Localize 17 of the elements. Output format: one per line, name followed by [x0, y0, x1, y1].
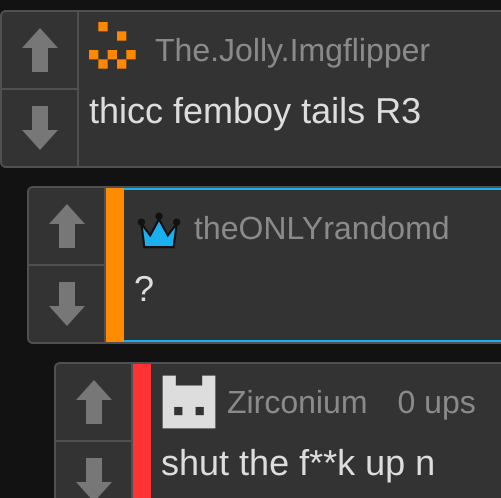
down-arrow-icon [48, 280, 86, 328]
downvote-button[interactable] [2, 88, 77, 166]
points-count: 0 ups [397, 384, 476, 420]
downvote-button[interactable] [56, 440, 131, 498]
username[interactable]: Zirconium [227, 384, 368, 420]
comment-text: shut the f**k up n [161, 442, 436, 484]
castle-icon [161, 374, 217, 430]
comment-text: ? [134, 268, 156, 310]
downvote-button[interactable] [29, 264, 104, 342]
comment-text: thicc femboy tails R3 [89, 90, 422, 132]
up-arrow-icon [20, 26, 58, 74]
up-arrow-icon [74, 378, 112, 426]
up-arrow-icon [48, 202, 86, 250]
down-arrow-icon [74, 456, 112, 498]
username[interactable]: The.Jolly.Imgflipper [155, 32, 430, 68]
username[interactable]: theONLYrandomd [194, 210, 450, 246]
down-arrow-icon [20, 104, 58, 152]
